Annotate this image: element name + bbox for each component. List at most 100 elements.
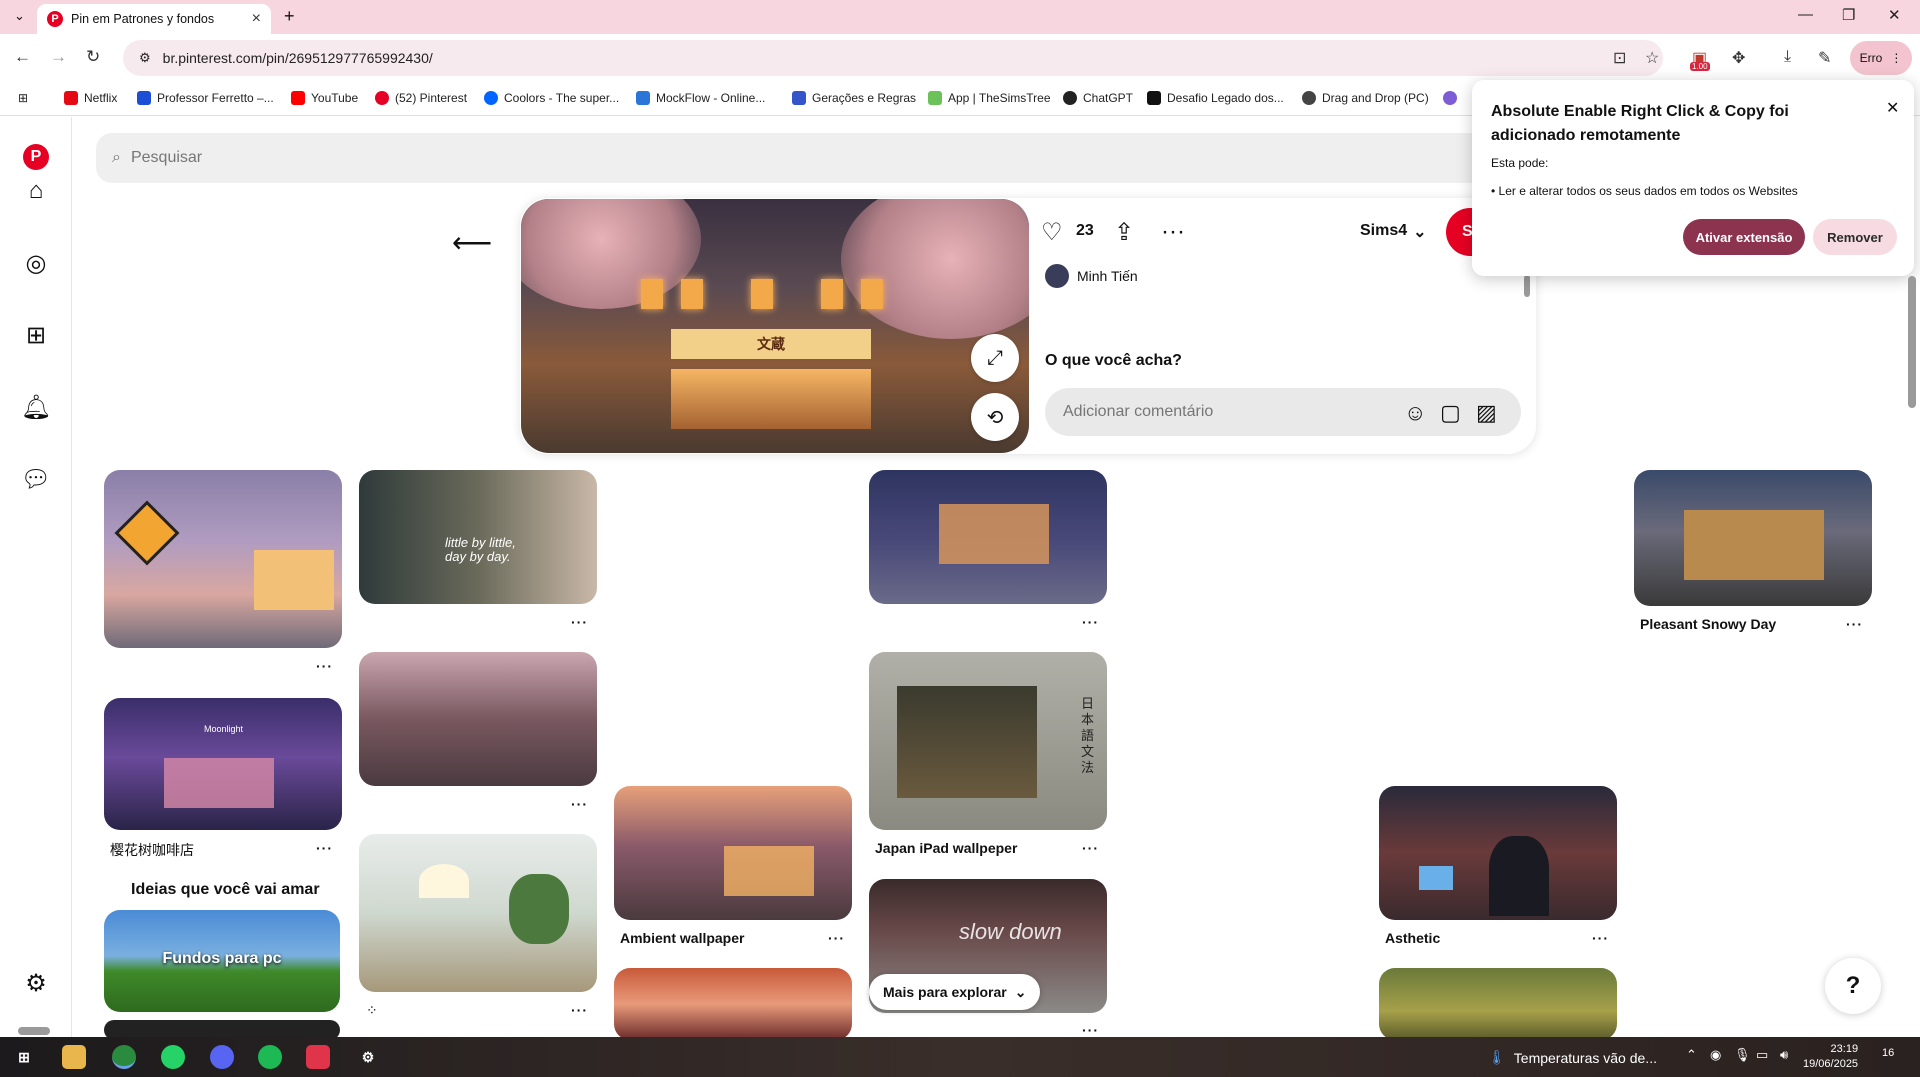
- message-icon[interactable]: 💬︎: [20, 463, 52, 495]
- more-bookmarks-icon[interactable]: [1443, 91, 1457, 105]
- expand-icon[interactable]: ⤢: [971, 334, 1019, 382]
- apps-grid-icon[interactable]: ⊞: [18, 91, 28, 105]
- close-icon[interactable]: ✕: [1886, 98, 1899, 118]
- chrome-icon[interactable]: [112, 1045, 136, 1069]
- pin-card[interactable]: 日本語文法: [869, 652, 1107, 830]
- pin-title[interactable]: Japan iPad wallpeper: [875, 840, 1017, 856]
- compass-icon[interactable]: ◎: [20, 247, 52, 279]
- microphone-icon[interactable]: 🎙︎: [1734, 1047, 1751, 1063]
- pin-more-options[interactable]: ···: [828, 930, 845, 946]
- pin-more-options[interactable]: ···: [1592, 930, 1609, 946]
- home-icon[interactable]: ⌂: [20, 175, 52, 207]
- bell-icon[interactable]: 🔔︎: [20, 391, 52, 423]
- forward-icon[interactable]: →: [50, 47, 67, 67]
- clock[interactable]: 23:19 19/06/2025: [1803, 1042, 1858, 1072]
- comment-scrollbar[interactable]: [1524, 275, 1530, 297]
- site-info-icon[interactable]: ⚙: [139, 50, 151, 66]
- bookmark-dragdrop[interactable]: Drag and Drop (PC): [1302, 91, 1429, 105]
- pin-card[interactable]: [359, 834, 597, 992]
- profile-button[interactable]: Erro ⋮: [1850, 41, 1912, 75]
- pin-more-options[interactable]: ···: [571, 1002, 588, 1018]
- pin-card[interactable]: [104, 470, 342, 648]
- tab-close-icon[interactable]: ×: [252, 10, 261, 28]
- pinterest-logo-icon[interactable]: P: [20, 141, 52, 173]
- tab-active[interactable]: P Pin em Patrones y fondos ×: [37, 4, 271, 34]
- pin-card[interactable]: [1379, 968, 1617, 1040]
- pin-title[interactable]: Ambient wallpaper: [620, 930, 744, 946]
- page-scrollbar-thumb[interactable]: [1908, 276, 1916, 408]
- emoji-icon[interactable]: ☺: [1404, 400, 1426, 426]
- search-input[interactable]: Pesquisar: [131, 149, 202, 167]
- plus-icon[interactable]: ⊞: [20, 319, 52, 351]
- bookmark-youtube[interactable]: YouTube: [291, 91, 358, 105]
- sticker-icon[interactable]: ▢: [1440, 400, 1461, 426]
- heart-icon[interactable]: ♡: [1041, 218, 1063, 247]
- pin-more-options[interactable]: ···: [1846, 616, 1863, 632]
- pin-card[interactable]: [614, 786, 852, 920]
- bookmark-pinterest[interactable]: (52) Pinterest: [375, 91, 467, 105]
- settings-icon[interactable]: ⚙: [20, 967, 52, 999]
- bookmark-star-icon[interactable]: ☆: [1645, 48, 1659, 68]
- pin-image[interactable]: 文蔵: [521, 199, 1029, 453]
- pin-more-options[interactable]: ···: [571, 796, 588, 812]
- tray-camera-icon[interactable]: ◉: [1710, 1047, 1721, 1063]
- pin-more-options[interactable]: ···: [1082, 614, 1099, 630]
- search-bar[interactable]: ⌕ Pesquisar: [96, 133, 1486, 183]
- board-dropdown[interactable]: Sims4 ⌄: [1360, 222, 1427, 242]
- pin-card[interactable]: [1379, 786, 1617, 920]
- ai-icon[interactable]: ✎: [1818, 48, 1831, 68]
- back-icon[interactable]: ←: [14, 47, 31, 67]
- new-tab-button[interactable]: +: [284, 6, 295, 27]
- pin-more-options[interactable]: ···: [1082, 1022, 1099, 1038]
- more-to-explore-button[interactable]: Mais para explorar ⌄: [869, 974, 1041, 1010]
- settings-gear-icon[interactable]: ⚙: [356, 1045, 380, 1069]
- enable-extension-button[interactable]: Ativar extensão: [1683, 219, 1805, 255]
- bookmark-geracoes[interactable]: Gerações e Regras: [792, 91, 916, 105]
- extensions-puzzle-icon[interactable]: ✥: [1732, 48, 1745, 68]
- window-close-icon[interactable]: ✕: [1888, 6, 1901, 24]
- share-icon[interactable]: ⇪: [1114, 218, 1134, 247]
- pin-card[interactable]: [359, 652, 597, 786]
- address-bar[interactable]: ⚙ br.pinterest.com/pin/26951297776599243…: [123, 40, 1663, 76]
- pin-author[interactable]: Minh Tiến: [1045, 264, 1138, 288]
- remove-extension-button[interactable]: Remover: [1813, 219, 1897, 255]
- pin-card[interactable]: little by little, day by day.: [359, 470, 597, 604]
- help-icon[interactable]: ?: [1825, 958, 1881, 1014]
- back-arrow-icon[interactable]: ⟵: [452, 226, 492, 259]
- horizontal-scrollbar-thumb[interactable]: [18, 1027, 50, 1035]
- pin-more-options[interactable]: ···: [571, 614, 588, 630]
- spotify-icon[interactable]: [258, 1045, 282, 1069]
- image-icon[interactable]: ▨: [1476, 400, 1497, 426]
- network-icon[interactable]: ▭: [1756, 1047, 1768, 1063]
- pin-card[interactable]: Moonlight: [104, 698, 342, 830]
- notification-count[interactable]: 16: [1882, 1047, 1894, 1059]
- discord-icon[interactable]: [210, 1045, 234, 1069]
- bookmark-netflix[interactable]: Netflix: [64, 91, 117, 105]
- minimize-icon[interactable]: —: [1798, 6, 1813, 23]
- file-explorer-icon[interactable]: [62, 1045, 86, 1069]
- pin-title[interactable]: 樱花树咖啡店: [110, 840, 194, 860]
- whatsapp-icon[interactable]: [161, 1045, 185, 1069]
- download-icon[interactable]: ⤓: [1784, 48, 1791, 66]
- bookmark-desafio[interactable]: Desafio Legado dos...: [1147, 91, 1284, 105]
- bookmark-mockflow[interactable]: MockFlow - Online...: [636, 91, 765, 105]
- more-icon[interactable]: ···: [1161, 218, 1185, 246]
- bookmark-ferretto[interactable]: Professor Ferretto –...: [137, 91, 274, 105]
- bookmark-coolors[interactable]: Coolors - The super...: [484, 91, 619, 105]
- pin-card[interactable]: [614, 968, 852, 1040]
- pin-title[interactable]: Asthetic: [1385, 930, 1440, 946]
- volume-icon[interactable]: 🔊︎: [1780, 1047, 1788, 1063]
- tab-search-icon[interactable]: ⌄: [14, 8, 25, 24]
- windows-start-icon[interactable]: ⊞: [12, 1045, 36, 1069]
- pin-card[interactable]: [869, 470, 1107, 604]
- vivaldi-icon[interactable]: [306, 1045, 330, 1069]
- bookmark-simstree[interactable]: App | TheSimsTree: [928, 91, 1051, 105]
- tray-chevron-icon[interactable]: ⌃: [1686, 1047, 1697, 1063]
- weather-widget[interactable]: 🌡︎ Temperaturas vão de...: [1488, 1049, 1657, 1066]
- visual-search-icon[interactable]: ⟲: [971, 393, 1019, 441]
- reload-icon[interactable]: ↻: [86, 47, 100, 67]
- pin-more-options[interactable]: ···: [316, 658, 333, 674]
- restore-icon[interactable]: ❐: [1842, 6, 1855, 24]
- pin-card[interactable]: [1634, 470, 1872, 606]
- pin-more-options[interactable]: ···: [316, 840, 333, 856]
